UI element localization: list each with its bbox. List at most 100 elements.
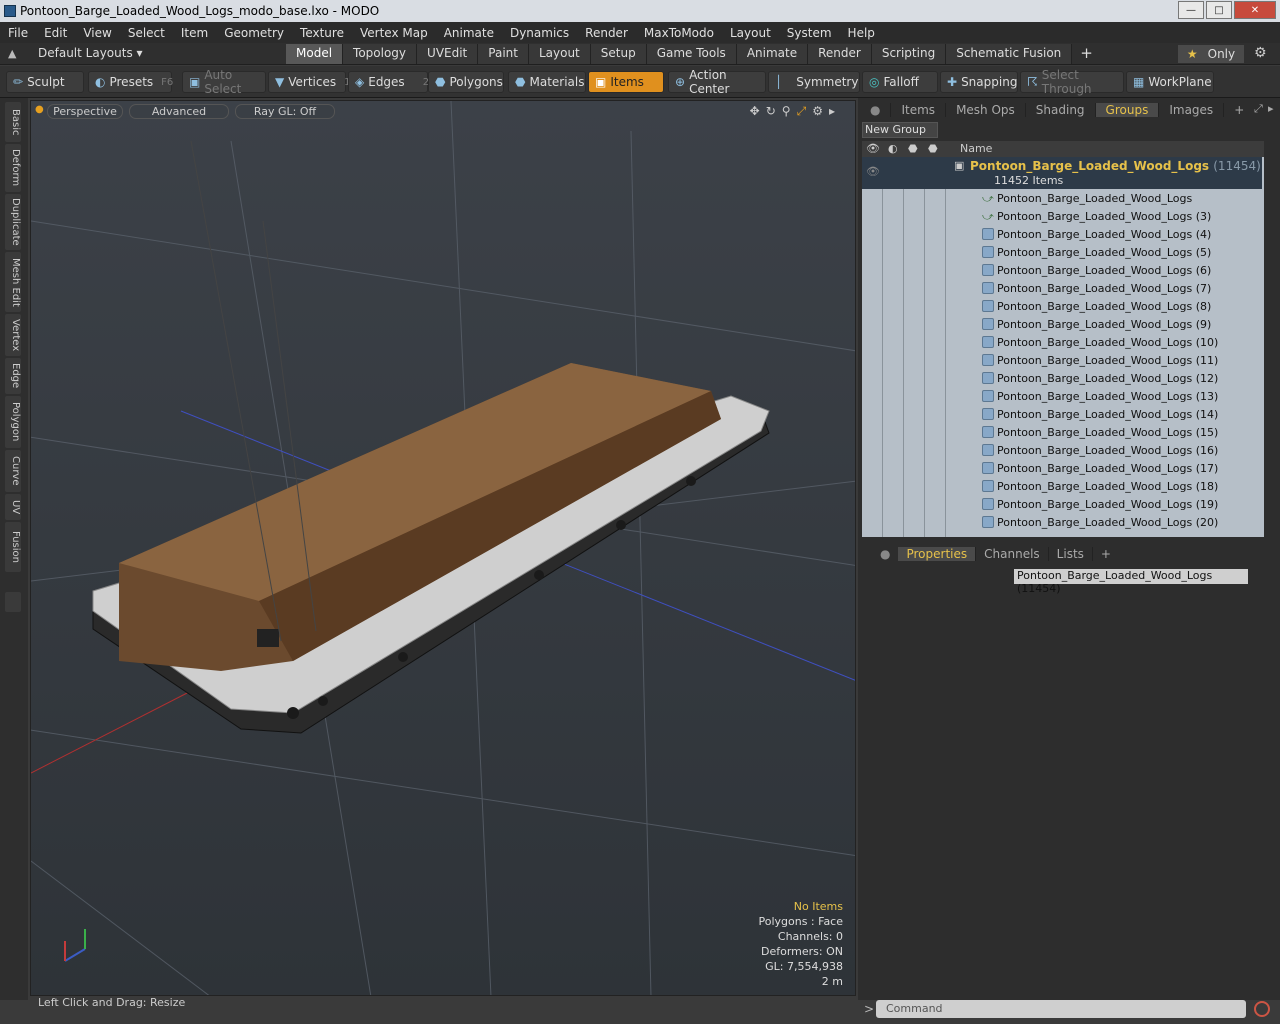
- add-prop-tab-icon[interactable]: +: [1093, 547, 1119, 561]
- tab-model[interactable]: Model: [286, 44, 344, 64]
- menu-texture[interactable]: Texture: [292, 26, 352, 40]
- tab-topology[interactable]: Topology: [343, 44, 418, 64]
- zoom-icon[interactable]: ⚲: [782, 104, 791, 119]
- list-scrollbar[interactable]: [1264, 141, 1276, 537]
- stop-icon[interactable]: [1254, 1001, 1270, 1017]
- list-item[interactable]: Pontoon_Barge_Loaded_Wood_Logs (15): [862, 423, 1262, 441]
- tab-groups[interactable]: Groups: [1095, 103, 1160, 117]
- list-item[interactable]: Pontoon_Barge_Loaded_Wood_Logs (14): [862, 405, 1262, 423]
- lock-col-icon[interactable]: ⬣: [908, 142, 918, 155]
- workplane-button[interactable]: ▦ WorkPlane: [1126, 71, 1214, 93]
- rotate-icon[interactable]: ↻: [766, 104, 776, 119]
- menu-dynamics[interactable]: Dynamics: [502, 26, 577, 40]
- pan-icon[interactable]: ✥: [750, 104, 760, 119]
- presets-button[interactable]: ◐ Presets F6: [88, 71, 173, 93]
- menu-view[interactable]: View: [75, 26, 119, 40]
- tab-layout[interactable]: Layout: [528, 44, 591, 64]
- snapping-button[interactable]: ✚ Snapping: [940, 71, 1018, 93]
- auto-select-button[interactable]: ▣ Auto Select: [182, 68, 266, 96]
- menu-help[interactable]: Help: [840, 26, 883, 40]
- list-item[interactable]: Pontoon_Barge_Loaded_Wood_Logs (18): [862, 477, 1262, 495]
- group-row[interactable]: 👁 ▣ Pontoon_Barge_Loaded_Wood_Logs (1145…: [862, 157, 1262, 189]
- list-item[interactable]: Pontoon_Barge_Loaded_Wood_Logs (6): [862, 261, 1262, 279]
- materials-button[interactable]: ⬣ Materials: [508, 71, 586, 93]
- tab-lists[interactable]: Lists: [1049, 547, 1093, 561]
- 3d-viewport[interactable]: ● Perspective Advanced Ray GL: Off ✥ ↻ ⚲…: [30, 100, 856, 996]
- fit-icon[interactable]: ⤢: [797, 104, 807, 119]
- tab-fusion[interactable]: Fusion: [5, 522, 21, 572]
- action-center-button[interactable]: ⊕ Action Center: [668, 68, 766, 96]
- tab-animate[interactable]: Animate: [736, 44, 809, 64]
- tab-channels[interactable]: Channels: [976, 547, 1049, 561]
- tab-shading[interactable]: Shading: [1026, 103, 1096, 117]
- viewport-menu-icon[interactable]: ●: [35, 104, 44, 115]
- list-item[interactable]: Pontoon_Barge_Loaded_Wood_Logs (8): [862, 297, 1262, 315]
- falloff-button[interactable]: ◎ Falloff: [862, 71, 938, 93]
- name-column-header[interactable]: Name: [960, 142, 992, 155]
- tab-mesh-ops[interactable]: Mesh Ops: [946, 103, 1026, 117]
- tab-mesh-edit[interactable]: Mesh Edit: [5, 252, 21, 312]
- tab-images[interactable]: Images: [1159, 103, 1225, 117]
- tab-scripting[interactable]: Scripting: [871, 44, 947, 64]
- raygl-button[interactable]: Ray GL: Off: [235, 104, 335, 119]
- sculpt-button[interactable]: ✏ Sculpt: [6, 71, 84, 93]
- command-input[interactable]: Command: [876, 1000, 1246, 1018]
- edges-button[interactable]: ◈ Edges 2: [348, 71, 429, 93]
- list-item[interactable]: Pontoon_Barge_Loaded_Wood_Logs (17): [862, 459, 1262, 477]
- list-item[interactable]: Pontoon_Barge_Loaded_Wood_Logs (16): [862, 441, 1262, 459]
- menu-file[interactable]: File: [0, 26, 36, 40]
- close-button[interactable]: ✕: [1234, 1, 1276, 19]
- select-col-icon[interactable]: ⬣: [928, 142, 938, 155]
- render-col-icon[interactable]: ◐: [888, 142, 898, 155]
- tab-render[interactable]: Render: [808, 44, 872, 64]
- vertices-button[interactable]: ▼Vertices1: [268, 71, 350, 93]
- minimize-button[interactable]: —: [1178, 1, 1204, 19]
- tab-uvedit[interactable]: UVEdit: [417, 44, 479, 64]
- list-item[interactable]: Pontoon_Barge_Loaded_Wood_Logs (4): [862, 225, 1262, 243]
- gear-icon[interactable]: ⚙: [1254, 45, 1267, 61]
- menu-item[interactable]: Item: [173, 26, 216, 40]
- menu-edit[interactable]: Edit: [36, 26, 75, 40]
- select-through-button[interactable]: ☈ Select Through: [1020, 68, 1124, 96]
- menu-maxtomodo[interactable]: MaxToModo: [636, 26, 722, 40]
- menu-vertex-map[interactable]: Vertex Map: [352, 26, 436, 40]
- tab-vertex[interactable]: Vertex: [5, 314, 21, 356]
- tab-uv[interactable]: UV: [5, 494, 21, 520]
- tab-items[interactable]: Items: [891, 103, 947, 117]
- group-visibility-icon[interactable]: 👁: [866, 165, 880, 178]
- menu-animate[interactable]: Animate: [436, 26, 502, 40]
- tab-edge[interactable]: Edge: [5, 358, 21, 394]
- expand-panel-icon[interactable]: ⤢: [1254, 102, 1263, 116]
- tab-game-tools[interactable]: Game Tools: [646, 44, 737, 64]
- layout-select[interactable]: Default Layouts ▾: [38, 46, 143, 60]
- tab-curve[interactable]: Curve: [5, 450, 21, 492]
- tab-duplicate[interactable]: Duplicate: [5, 194, 21, 250]
- list-item[interactable]: Pontoon_Barge_Loaded_Wood_Logs (11): [862, 351, 1262, 369]
- tab-setup[interactable]: Setup: [590, 44, 647, 64]
- list-item[interactable]: Pontoon_Barge_Loaded_Wood_Logs (13): [862, 387, 1262, 405]
- perspective-button[interactable]: Perspective: [47, 104, 123, 119]
- menu-geometry[interactable]: Geometry: [216, 26, 292, 40]
- list-item[interactable]: ⤻ Pontoon_Barge_Loaded_Wood_Logs: [862, 189, 1262, 207]
- layout-up-icon[interactable]: ▲: [8, 47, 16, 60]
- list-item[interactable]: ⤻ Pontoon_Barge_Loaded_Wood_Logs (3): [862, 207, 1262, 225]
- list-item[interactable]: Pontoon_Barge_Loaded_Wood_Logs (5): [862, 243, 1262, 261]
- tab-schematic-fusion[interactable]: Schematic Fusion: [946, 44, 1073, 64]
- list-item[interactable]: Pontoon_Barge_Loaded_Wood_Logs (19): [862, 495, 1262, 513]
- panel-more-icon[interactable]: ▸: [1268, 102, 1274, 115]
- prop-menu-icon[interactable]: ●: [872, 547, 898, 561]
- add-panel-tab-icon[interactable]: +: [1224, 103, 1254, 117]
- polygons-button[interactable]: ⬣ Polygons: [428, 71, 504, 93]
- tab-deform[interactable]: Deform: [5, 144, 21, 192]
- list-item[interactable]: Pontoon_Barge_Loaded_Wood_Logs (10): [862, 333, 1262, 351]
- menu-layout[interactable]: Layout: [722, 26, 779, 40]
- list-item[interactable]: Pontoon_Barge_Loaded_Wood_Logs (12): [862, 369, 1262, 387]
- items-button[interactable]: ▣ Items: [588, 71, 664, 93]
- menu-select[interactable]: Select: [120, 26, 173, 40]
- add-tab-icon[interactable]: +: [1072, 44, 1101, 64]
- visibility-col-icon[interactable]: 👁: [866, 142, 880, 155]
- maximize-button[interactable]: □: [1206, 1, 1232, 19]
- panel-menu-icon[interactable]: ●: [860, 103, 892, 117]
- tab-basic[interactable]: Basic: [5, 102, 21, 142]
- menu-system[interactable]: System: [779, 26, 840, 40]
